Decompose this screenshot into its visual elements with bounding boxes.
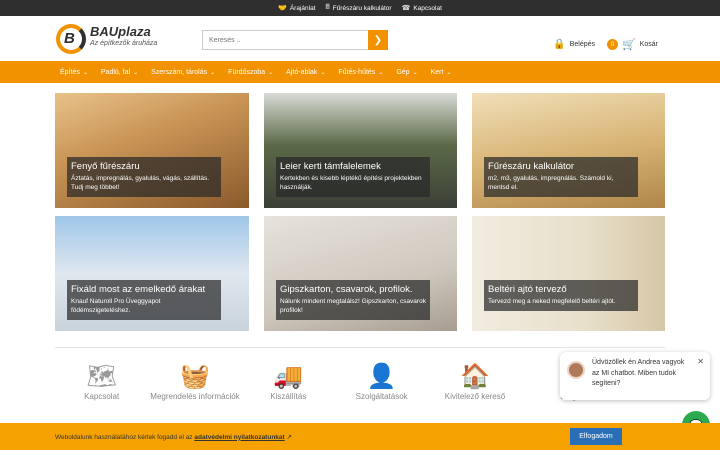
logo-tagline: Az építkezők áruháza: [90, 40, 158, 47]
cookie-banner: Weboldalunk használatához kérlek fogadd …: [0, 423, 720, 450]
promo-desc: m2, m3, gyalulás, impregnálás. Számold k…: [488, 175, 614, 192]
promo-grid: Fenyő fűrészáru Áztatás, impregnálás, gy…: [55, 93, 665, 331]
handshake-icon: 🤝: [278, 5, 287, 12]
promo-card-szigeteles[interactable]: Fixáld most az emelkedő árakat Knauf Nat…: [55, 216, 249, 331]
logo-letter: B: [64, 30, 75, 47]
promo-title: Fixáld most az emelkedő árakat: [71, 284, 206, 295]
feature-kapcsolat[interactable]: 🗺 Kapcsolat: [55, 362, 148, 401]
phone-icon: ☎: [401, 5, 411, 12]
main-nav: Építés ⌄ Padló, fal ⌄ Szerszám, tárolás ⌄ F…: [0, 61, 720, 83]
nav-item-futes-hutes[interactable]: Fűtés-hűtés ⌄: [338, 69, 383, 76]
header-actions: 🔒 Belépés 0 🛒 Kosár: [553, 38, 658, 51]
promo-desc: Kertekben és kisebb léptékű építési proj…: [280, 175, 422, 192]
topbar-link-quote[interactable]: 🤝 Árajánlat: [278, 4, 315, 13]
nav-item-kert[interactable]: Kert ⌄: [431, 69, 452, 76]
user-gear-icon: 👤: [366, 363, 397, 390]
chevron-down-icon: ⌄: [320, 69, 326, 76]
search-input[interactable]: [202, 30, 368, 50]
nav-item-szerszam[interactable]: Szerszám, tárolás ⌄: [151, 69, 215, 76]
top-bar: 🤝 Árajánlat 🖩 Fűrészáru kalkulátor ☎ Kapcso…: [0, 0, 720, 16]
cookie-message: Weboldalunk használatához kérlek fogadd …: [55, 433, 292, 441]
promo-caption: Fűrészáru kalkulátor m2, m3, gyalulás, i…: [484, 157, 638, 198]
feature-megrendeles[interactable]: 🧺 Megrendelés információk: [148, 362, 241, 401]
promo-caption: Fixáld most az emelkedő árakat Knauf Nat…: [67, 280, 221, 321]
cart-icon: 🛒: [622, 39, 636, 51]
topbar-link-calculator[interactable]: 🖩 Fűrészáru kalkulátor: [326, 3, 392, 14]
calculator-icon: 🖩: [325, 3, 330, 11]
promo-desc: Tervezd meg a neked megfelelő beltéri aj…: [488, 298, 616, 305]
login-link[interactable]: 🔒 Belépés: [553, 39, 595, 50]
chevron-down-icon: ⌄: [210, 69, 216, 76]
chevron-right-icon: ❯: [373, 34, 383, 46]
topbar-link-contact[interactable]: ☎ Kapcsolat: [401, 4, 442, 13]
search-button[interactable]: ❯: [368, 30, 388, 50]
promo-card-ajto-tervezo[interactable]: Beltéri ajtó tervező Tervezd meg a neked…: [472, 216, 665, 331]
nav-item-furdoszoba[interactable]: Fürdőszoba ⌄: [228, 69, 273, 76]
avatar: [567, 361, 585, 379]
promo-title: Gipszkarton, csavarok, profilok.: [280, 284, 413, 295]
promo-title: Beltéri ajtó tervező: [488, 284, 567, 295]
accept-cookies-button[interactable]: Elfogadom: [570, 428, 622, 445]
cart-count-badge: 0: [607, 39, 618, 50]
cart-link[interactable]: 0 🛒 Kosár: [607, 38, 658, 51]
nav-item-padlo-fal[interactable]: Padló, fal ⌄: [101, 69, 138, 76]
promo-title: Fűrészáru kalkulátor: [488, 161, 575, 172]
promo-card-tamfal[interactable]: Leier kerti támfalelemek Kertekben és ki…: [264, 93, 457, 208]
promo-card-kalkulator[interactable]: Fűrészáru kalkulátor m2, m3, gyalulás, i…: [472, 93, 665, 208]
promo-caption: Leier kerti támfalelemek Kertekben és ki…: [276, 157, 430, 198]
basket-icon: 🧺: [180, 363, 210, 390]
chevron-down-icon: ⌄: [268, 69, 274, 76]
logo-name: BAUplaza: [90, 24, 151, 39]
nav-item-ajto-ablak[interactable]: Ajtó-ablak ⌄: [286, 69, 325, 76]
promo-title: Fenyő fűrészáru: [71, 161, 140, 172]
chatbot-message: Üdvözöllek én Andrea vagyok az MI chatbo…: [592, 359, 685, 387]
map-icon: 🗺: [86, 363, 117, 390]
promo-card-fureszaru[interactable]: Fenyő fűrészáru Áztatás, impregnálás, gy…: [55, 93, 249, 208]
chatbot-bubble[interactable]: Üdvözöllek én Andrea vagyok az MI chatbo…: [560, 352, 710, 400]
lock-icon: 🔒: [553, 39, 566, 50]
nav-item-epites[interactable]: Építés ⌄: [60, 69, 88, 76]
promo-caption: Fenyő fűrészáru Áztatás, impregnálás, gy…: [67, 157, 221, 198]
truck-icon: 🚚: [273, 363, 304, 390]
promo-card-gipszkarton[interactable]: Gipszkarton, csavarok, profilok. Nálunk …: [264, 216, 457, 331]
workers-icon: 🏠: [460, 363, 490, 390]
chevron-down-icon: ⌄: [378, 69, 384, 76]
search-bar: ❯: [202, 30, 388, 50]
close-icon[interactable]: ✕: [697, 356, 704, 368]
external-link-icon: ↗: [286, 433, 292, 441]
feature-links: 🗺 Kapcsolat 🧺 Megrendelés információk 🚚 Kis…: [55, 362, 615, 401]
chevron-down-icon: ⌄: [412, 69, 418, 76]
promo-desc: Áztatás, impregnálás, gyalulás, vágás, s…: [71, 175, 210, 192]
feature-kiszallitas[interactable]: 🚚 Kiszállítás: [242, 362, 335, 401]
promo-desc: Nálunk mindent megtalálsz! Gipszkarton, …: [280, 298, 426, 315]
nav-item-gep[interactable]: Gép ⌄: [396, 69, 417, 76]
feature-kivitelezo[interactable]: 🏠 Kivitelező kereső: [428, 362, 521, 401]
feature-szolgaltatasok[interactable]: 👤 Szolgáltatások: [335, 362, 428, 401]
chevron-down-icon: ⌄: [133, 69, 139, 76]
privacy-link[interactable]: adatvédelmi nyilatkozatunkat: [194, 434, 284, 441]
promo-caption: Gipszkarton, csavarok, profilok. Nálunk …: [276, 280, 430, 321]
chevron-down-icon: ⌄: [82, 69, 88, 76]
chevron-down-icon: ⌄: [446, 69, 452, 76]
promo-title: Leier kerti támfalelemek: [280, 161, 381, 172]
promo-caption: Beltéri ajtó tervező Tervezd meg a neked…: [484, 280, 638, 312]
site-logo[interactable]: B BAUplaza Az építkezők áruháza: [56, 22, 206, 58]
promo-desc: Knauf Naturoll Pro Üveggyapot födémszige…: [71, 298, 161, 315]
section-divider: [55, 347, 665, 348]
